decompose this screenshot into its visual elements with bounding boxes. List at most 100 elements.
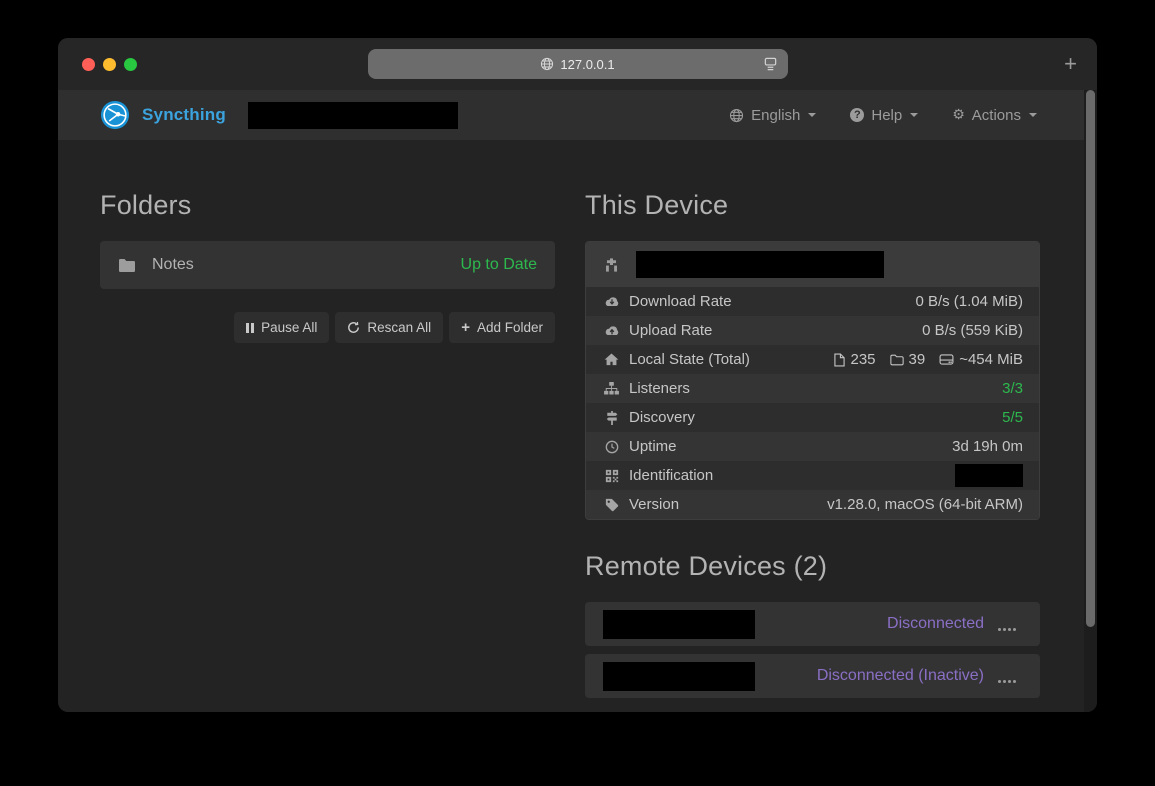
row-value: 0 B/s (1.04 MiB) [915,293,1023,310]
row-listeners: Listeners 3/3 [586,374,1039,403]
remote-devices-heading: Remote Devices (2) [585,551,1040,582]
tag-icon [602,498,621,512]
actions-menu-label: Actions [972,107,1021,124]
row-label: Discovery [629,409,695,426]
size-group: ~454 MiB [939,351,1023,368]
row-label: Listeners [629,380,690,397]
row-label: Version [629,496,679,513]
redacted-device-id[interactable] [955,464,1023,487]
new-tab-button[interactable]: + [1064,53,1077,75]
browser-window: 127.0.0.1 + Sy [58,38,1097,712]
reader-view-icon[interactable] [763,57,778,71]
question-icon: ? [850,108,864,122]
row-label: Upload Rate [629,322,712,339]
language-menu-label: English [751,107,800,124]
add-folder-label: Add Folder [477,320,543,335]
browser-titlebar: 127.0.0.1 + [58,38,1097,90]
this-device-heading: This Device [585,190,1040,221]
zoom-window-button[interactable] [124,58,137,71]
chevron-down-icon [1029,113,1037,117]
row-upload-rate: Upload Rate 0 B/s (559 KiB) [586,316,1039,345]
row-label: Uptime [629,438,677,455]
file-icon [834,353,845,367]
rescan-all-button[interactable]: Rescan All [335,312,443,343]
this-device-icon [603,258,620,272]
help-menu[interactable]: ? Help [850,107,918,124]
remote-device-status: Disconnected [887,615,984,633]
folder-status-badge: Up to Date [461,256,537,274]
folder-outline-icon [890,354,904,366]
pause-all-label: Pause All [261,320,317,335]
close-window-button[interactable] [82,58,95,71]
folder-actions: Pause All Rescan All + Add Folder [100,312,555,343]
folders-heading: Folders [100,190,555,221]
row-discovery: Discovery 5/5 [586,403,1039,432]
gear-icon: ⚙ [952,108,965,122]
add-folder-button[interactable]: + Add Folder [449,312,555,343]
row-value: 5/5 [1002,409,1023,426]
device-column: This Device [585,140,1040,706]
pause-icon [246,323,254,333]
files-count: 235 [850,351,875,368]
dirs-count: 39 [909,351,926,368]
brand-title: Syncthing [142,105,226,125]
rescan-all-label: Rescan All [367,320,431,335]
clock-icon [602,440,621,454]
syncthing-brand[interactable]: Syncthing [100,100,226,130]
folder-name: Notes [152,256,194,274]
scrollbar-thumb[interactable] [1086,90,1095,627]
this-device-header [586,242,1039,287]
globe-icon [729,108,744,123]
row-value: 0 B/s (559 KiB) [922,322,1023,339]
this-device-panel: Download Rate 0 B/s (1.04 MiB) Upload Ra… [585,241,1040,520]
language-menu[interactable]: English [729,107,816,124]
cloud-download-icon [602,296,621,308]
dirs-count-group: 39 [890,351,926,368]
remote-device-status: Disconnected (Inactive) [817,667,984,685]
redacted-host-name [248,102,458,129]
signpost-icon [602,411,621,425]
chevron-down-icon [808,113,816,117]
row-label: Local State (Total) [629,351,750,368]
site-globe-icon [540,57,554,71]
address-dots-icon [998,680,1016,683]
main-content: Folders Notes Up to Date Pause All Resc [58,140,1097,706]
hdd-icon [939,354,954,365]
home-icon [602,353,621,366]
syncthing-logo-icon [100,100,130,130]
folder-row-notes[interactable]: Notes Up to Date [100,241,555,289]
row-download-rate: Download Rate 0 B/s (1.04 MiB) [586,287,1039,316]
row-identification: Identification [586,461,1039,490]
row-uptime: Uptime 3d 19h 0m [586,432,1039,461]
sitemap-icon [602,382,621,395]
redacted-remote-device-name [603,610,755,639]
app-navbar: Syncthing English ? Help ⚙ Actions [58,90,1097,140]
navbar-menus: English ? Help ⚙ Actions [729,107,1037,124]
actions-menu[interactable]: ⚙ Actions [952,107,1037,124]
address-bar[interactable]: 127.0.0.1 [368,49,788,79]
remote-device-row[interactable]: Disconnected (Inactive) [585,654,1040,698]
row-value: 3d 19h 0m [952,438,1023,455]
row-value: 3/3 [1002,380,1023,397]
traffic-lights [82,58,137,71]
redacted-device-name [636,251,884,278]
files-count-group: 235 [834,351,875,368]
local-state-values: 235 39 ~454 MiB [834,351,1023,368]
redacted-remote-device-name [603,662,755,691]
pause-all-button[interactable]: Pause All [234,312,329,343]
minimize-window-button[interactable] [103,58,116,71]
plus-icon: + [461,320,470,335]
remote-device-row[interactable]: Disconnected [585,602,1040,646]
cloud-upload-icon [602,325,621,337]
address-dots-icon [998,628,1016,631]
folder-icon [118,258,136,272]
row-label: Identification [629,467,713,484]
total-size: ~454 MiB [959,351,1023,368]
row-value: v1.28.0, macOS (64-bit ARM) [827,496,1023,513]
url-text: 127.0.0.1 [560,57,614,72]
help-menu-label: Help [871,107,902,124]
refresh-icon [347,321,360,334]
scrollbar-track[interactable] [1084,90,1097,712]
qr-code-icon [602,469,621,483]
chevron-down-icon [910,113,918,117]
